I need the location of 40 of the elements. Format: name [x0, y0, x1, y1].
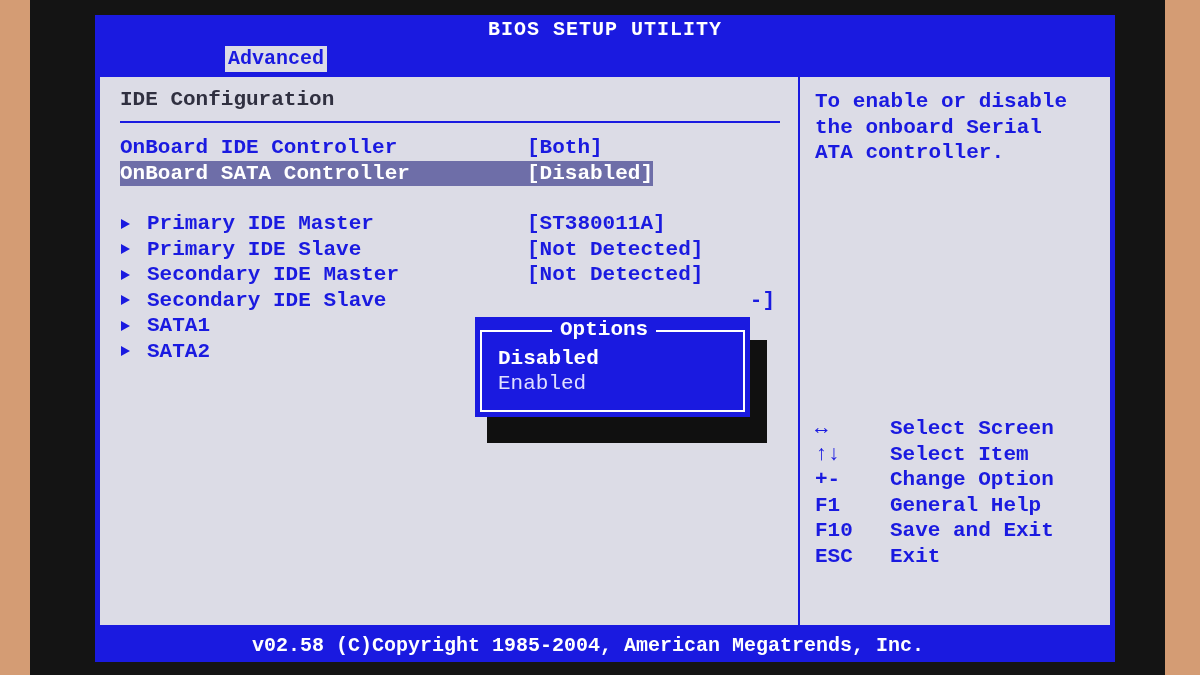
key-label: +-	[815, 467, 842, 493]
key-label: F10	[815, 518, 854, 544]
key-action: Select Screen	[890, 416, 1054, 442]
key-label: F1	[815, 492, 842, 518]
submenu-arrow-icon	[120, 345, 131, 358]
submenu-value: [ST380011A]	[527, 211, 666, 237]
tab[interactable]: Advanced	[225, 46, 327, 72]
submenu-item[interactable]: Primary IDE Master	[147, 211, 374, 237]
popup-option[interactable]: Enabled	[498, 371, 743, 396]
key-label: ↔	[815, 416, 829, 442]
setting-value: [Disabled]	[527, 160, 654, 186]
submenu-arrow-icon	[120, 294, 131, 307]
submenu-arrow-icon	[120, 243, 131, 256]
key-action: Change Option	[890, 467, 1054, 493]
key-action: General Help	[890, 492, 1042, 518]
submenu-arrow-icon	[120, 217, 131, 230]
popup-title: Options	[552, 317, 657, 342]
copyright-text: v02.58 (C)Copyright 1985-2004, American Megatrends, Inc.	[252, 633, 925, 659]
submenu-item[interactable]: SATA1	[147, 313, 210, 339]
key-action: Save and Exit	[890, 518, 1054, 544]
setting-label[interactable]: OnBoard SATA Controller	[120, 160, 527, 186]
popup-option[interactable]: Disabled	[498, 346, 743, 371]
setting-label[interactable]: OnBoard IDE Controller	[120, 135, 527, 161]
key-action: Select Item	[890, 441, 1029, 467]
submenu-arrow-icon	[120, 268, 131, 281]
submenu-arrow-icon	[120, 319, 131, 332]
submenu-value: [Not Detected]	[527, 236, 704, 262]
key-label: ESC	[815, 543, 854, 569]
help-text: To enable or disable the onboard Serial ATA controller.	[815, 89, 1069, 166]
section-title: IDE Configuration	[120, 87, 336, 113]
window-title: BIOS SETUP UTILITY	[487, 17, 722, 43]
submenu-item[interactable]: Primary IDE Slave	[147, 236, 362, 262]
submenu-item[interactable]: SATA2	[147, 338, 210, 364]
submenu-value: -]	[749, 287, 775, 313]
submenu-item[interactable]: Secondary IDE Slave	[147, 287, 387, 313]
submenu-item[interactable]: Secondary IDE Master	[147, 262, 400, 288]
key-action: Exit	[890, 543, 941, 569]
submenu-value: [Not Detected]	[527, 262, 704, 288]
key-label: ↑↓	[815, 441, 842, 467]
setting-value: [Both]	[527, 135, 603, 161]
